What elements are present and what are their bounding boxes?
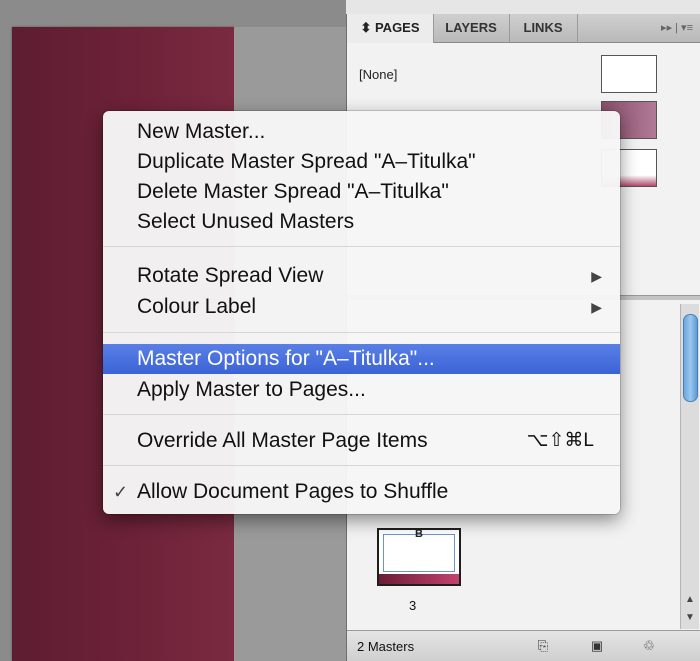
menu-item-duplicate-master[interactable]: Duplicate Master Spread "A–Titulka" — [103, 147, 620, 177]
menu-item-colour-label[interactable]: Colour Label ▶ — [103, 292, 620, 322]
trash-icon[interactable]: ♲ — [639, 637, 659, 655]
panel-tabbar: ⬍ PAGES LAYERS LINKS ▸▸ | ▾≡ — [347, 14, 700, 43]
scroll-down-arrow-icon[interactable]: ▼ — [683, 611, 697, 625]
menu-item-label: Select Unused Masters — [137, 210, 355, 233]
menu-item-label: Rotate Spread View — [137, 264, 324, 287]
menu-separator — [103, 246, 620, 247]
submenu-arrow-icon: ▶ — [591, 299, 602, 315]
menu-item-label: New Master... — [137, 120, 266, 143]
keyboard-shortcut: ⌥⇧⌘L — [526, 430, 594, 451]
pages-scrollbar[interactable]: ▲ ▼ — [680, 304, 699, 629]
panel-menu-icon[interactable]: ▸▸ | ▾≡ — [661, 14, 693, 42]
scrollbar-thumb[interactable] — [683, 314, 698, 402]
page-thumbnail[interactable]: B — [377, 528, 461, 586]
page-number-label: 3 — [409, 598, 417, 613]
menu-item-label: Delete Master Spread "A–Titulka" — [137, 180, 449, 203]
menu-separator — [103, 414, 620, 415]
menu-item-master-options[interactable]: Master Options for "A–Titulka"... — [103, 344, 620, 374]
master-none-label[interactable]: [None] — [359, 67, 397, 82]
menu-item-override-master-items[interactable]: Override All Master Page Items ⌥⇧⌘L — [103, 426, 620, 456]
page-thumbnail-footer — [379, 574, 459, 584]
tab-links[interactable]: LINKS — [509, 14, 578, 42]
menu-item-rotate-spread-view[interactable]: Rotate Spread View ▶ — [103, 261, 620, 291]
menu-item-allow-shuffle[interactable]: ✓ Allow Document Pages to Shuffle — [103, 477, 620, 507]
master-none-thumbnail[interactable] — [601, 55, 657, 93]
menu-item-label: Master Options for "A–Titulka"... — [137, 347, 435, 370]
masters-count: 2 Masters — [357, 639, 415, 654]
submenu-arrow-icon: ▶ — [591, 268, 602, 284]
panel-statusbar: 2 Masters ⎘ ▣ ♲ — [347, 630, 700, 661]
tab-layers[interactable]: LAYERS — [433, 14, 510, 42]
menu-item-label: Colour Label — [137, 295, 257, 318]
menu-item-delete-master[interactable]: Delete Master Spread "A–Titulka" — [103, 177, 620, 207]
menu-separator — [103, 465, 620, 466]
checkmark-icon: ✓ — [113, 482, 129, 502]
edit-page-size-icon[interactable]: ⎘ — [533, 637, 553, 655]
menu-item-label: Apply Master to Pages... — [137, 378, 366, 401]
context-menu: New Master... Duplicate Master Spread "A… — [103, 111, 620, 514]
scroll-up-arrow-icon[interactable]: ▲ — [683, 593, 697, 607]
new-page-icon[interactable]: ▣ — [587, 637, 607, 655]
page-master-letter: B — [415, 528, 423, 540]
menu-item-select-unused[interactable]: Select Unused Masters — [103, 207, 620, 237]
menu-item-label: Duplicate Master Spread "A–Titulka" — [137, 150, 476, 173]
menu-item-new-master[interactable]: New Master... — [103, 117, 620, 147]
menu-separator — [103, 332, 620, 333]
tab-pages[interactable]: ⬍ PAGES — [347, 14, 434, 43]
menu-item-label: Override All Master Page Items — [137, 429, 428, 452]
menu-item-apply-master[interactable]: Apply Master to Pages... — [103, 375, 620, 405]
menu-item-label: Allow Document Pages to Shuffle — [137, 480, 449, 503]
